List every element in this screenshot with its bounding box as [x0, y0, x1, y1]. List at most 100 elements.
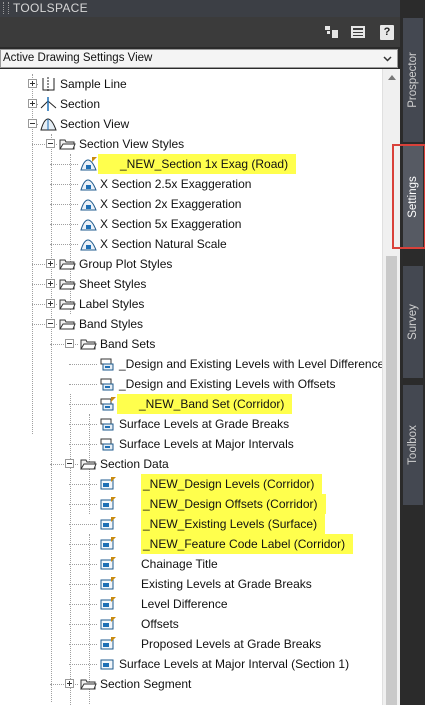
tree-row[interactable]: _NEW_Existing Levels (Surface) — [0, 514, 382, 534]
tree-row[interactable]: Section Data — [0, 454, 382, 474]
tree-row[interactable]: Sheet Styles — [0, 274, 382, 294]
tab-prospector-label: Prospector — [407, 52, 419, 108]
folder-open-icon — [80, 459, 97, 470]
list-view-icon[interactable] — [350, 25, 366, 39]
tree-connector — [69, 584, 97, 585]
tree-item-label: Section — [60, 97, 101, 111]
tree-row[interactable]: Level Difference — [0, 594, 382, 614]
tree-row[interactable]: Band Styles — [0, 314, 382, 334]
tree-connector — [69, 444, 97, 445]
expand-icon[interactable] — [46, 299, 55, 308]
tree-row[interactable]: Proposed Levels at Grade Breaks — [0, 634, 382, 654]
tree-row[interactable]: Section Segment — [0, 674, 382, 694]
tree-item-label: Sample Line — [60, 77, 127, 91]
tree-row[interactable]: _NEW_Design Offsets (Corridor) — [0, 494, 382, 514]
collapse-icon[interactable] — [46, 139, 55, 148]
collapse-icon[interactable] — [65, 459, 74, 468]
tree-row[interactable]: X Section 5x Exaggeration — [0, 214, 382, 234]
tree-row[interactable]: Band Sets — [0, 334, 382, 354]
tree-item-label: _Design and Existing Levels with Offsets — [119, 377, 336, 391]
tree-row[interactable]: _NEW_Band Set (Corridor) — [0, 394, 382, 414]
collapse-icon[interactable] — [28, 119, 37, 128]
band-style-icon — [100, 477, 116, 490]
folder-open-icon — [59, 319, 76, 330]
tree-item-label: Chainage Title — [141, 557, 218, 571]
tree-row[interactable]: _NEW_Section 1x Exag (Road) — [0, 154, 382, 174]
section-icon — [40, 97, 57, 111]
tree-connector — [69, 564, 97, 565]
tree-connector — [50, 184, 78, 185]
tree-row[interactable]: Surface Levels at Major Intervals — [0, 434, 382, 454]
tree-item-label: Section View Styles — [79, 137, 185, 151]
tree-item-label: X Section Natural Scale — [100, 237, 227, 251]
tree-row[interactable]: X Section 2.5x Exaggeration — [0, 174, 382, 194]
tree-row[interactable]: Surface Levels at Grade Breaks — [0, 414, 382, 434]
tree-item-label: _NEW_Design Levels (Corridor) — [141, 474, 323, 494]
tree-item-label: _NEW_Existing Levels (Surface) — [141, 514, 326, 534]
tree-row[interactable]: Group Plot Styles — [0, 254, 382, 274]
tree-item-label: _NEW_Band Set (Corridor) — [117, 394, 293, 414]
tab-toolbox[interactable]: Toolbox — [403, 385, 423, 505]
tree-row[interactable]: _Design and Existing Levels with Offsets — [0, 374, 382, 394]
tree-connector — [50, 204, 78, 205]
tree-item-label: Section Segment — [100, 677, 192, 691]
expand-icon[interactable] — [28, 79, 37, 88]
item-view-icon[interactable] — [324, 25, 340, 39]
settings-tree[interactable]: Sample Line Section Section View Section Vi… — [0, 69, 382, 705]
tab-survey-label: Survey — [407, 304, 419, 340]
scroll-up-arrow-icon[interactable] — [388, 75, 396, 80]
toolspace-toolbar: ? — [0, 17, 400, 47]
band-set-icon — [100, 358, 114, 371]
folder-open-icon — [59, 139, 76, 150]
chevron-down-icon — [383, 56, 392, 62]
help-button[interactable]: ? — [380, 25, 394, 40]
band-set-icon — [100, 378, 114, 391]
band-set-icon — [100, 418, 114, 431]
palette-titlebar[interactable]: TOOLSPACE — [0, 0, 400, 17]
tree-row[interactable]: Section View Styles — [0, 134, 382, 154]
tree-item-label: X Section 5x Exaggeration — [100, 217, 242, 231]
tree-row[interactable]: Existing Levels at Grade Breaks — [0, 574, 382, 594]
tree-item-label: Level Difference — [141, 597, 228, 611]
band-style-icon — [100, 637, 116, 650]
tree-row[interactable]: Sample Line — [0, 74, 382, 94]
tree-row[interactable]: X Section Natural Scale — [0, 234, 382, 254]
tree-row[interactable]: Section — [0, 94, 382, 114]
tree-row[interactable]: Chainage Title — [0, 554, 382, 574]
tree-connector — [69, 524, 97, 525]
tree-row[interactable]: X Section 2x Exaggeration — [0, 194, 382, 214]
band-set-icon — [100, 438, 114, 451]
tree-item-label: Surface Levels at Major Interval (Sectio… — [119, 657, 350, 671]
tree-row[interactable]: Section View — [0, 114, 382, 134]
palette-title: TOOLSPACE — [13, 1, 88, 15]
collapse-icon[interactable] — [46, 319, 55, 328]
tree-connector — [50, 224, 78, 225]
expand-icon[interactable] — [65, 679, 74, 688]
scrollbar-thumb[interactable] — [386, 256, 397, 705]
folder-open-icon — [80, 679, 97, 690]
tree-item-label: Label Styles — [79, 297, 145, 311]
band-style-icon — [100, 497, 116, 510]
tree-row[interactable]: Offsets — [0, 614, 382, 634]
tree-row[interactable]: Label Styles — [0, 294, 382, 314]
grip-handle[interactable] — [3, 2, 9, 14]
expand-icon[interactable] — [46, 259, 55, 268]
band-style-icon — [100, 537, 116, 550]
expand-icon[interactable] — [46, 279, 55, 288]
tab-survey[interactable]: Survey — [403, 266, 423, 378]
section-view-style-icon — [80, 179, 97, 191]
expand-icon[interactable] — [28, 99, 37, 108]
tree-connector — [69, 604, 97, 605]
band-style-icon — [100, 617, 116, 630]
tree-row[interactable]: _Design and Existing Levels with Level D… — [0, 354, 382, 374]
tree-item-label: _NEW_Design Offsets (Corridor) — [141, 494, 326, 514]
view-selector-dropdown[interactable]: Active Drawing Settings View — [0, 49, 398, 68]
tree-connector — [50, 244, 78, 245]
tab-prospector[interactable]: Prospector — [403, 18, 423, 142]
section-view-style-icon — [80, 239, 97, 251]
tree-row[interactable]: Surface Levels at Major Interval (Sectio… — [0, 654, 382, 674]
tree-row[interactable]: _NEW_Design Levels (Corridor) — [0, 474, 382, 494]
tree-item-label: Surface Levels at Major Intervals — [119, 437, 294, 451]
collapse-icon[interactable] — [65, 339, 74, 348]
tree-row[interactable]: _NEW_Feature Code Label (Corridor) — [0, 534, 382, 554]
